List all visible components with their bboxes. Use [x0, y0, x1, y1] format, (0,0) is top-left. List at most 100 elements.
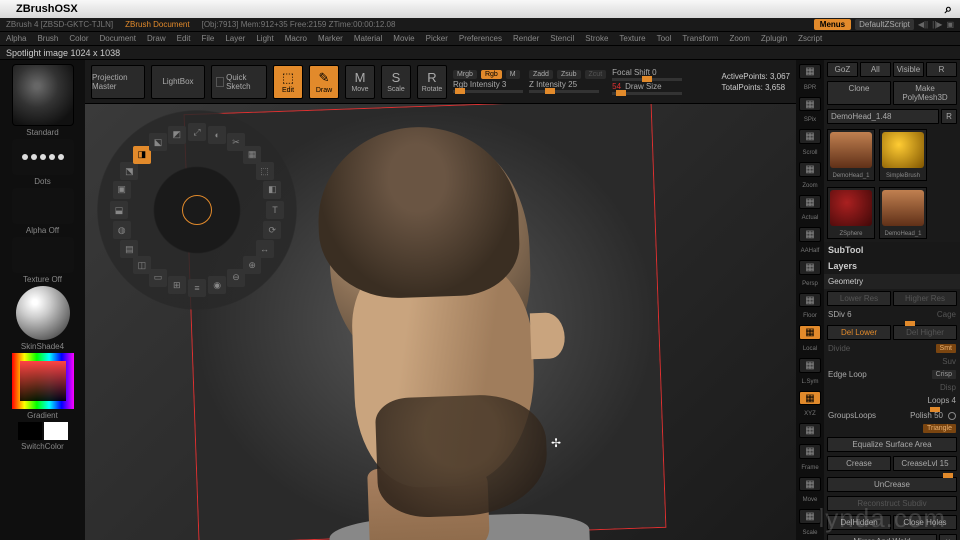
menu-color[interactable]: Color [69, 34, 88, 43]
menu-preferences[interactable]: Preferences [459, 34, 502, 43]
default-zscript-button[interactable]: DefaultZScript [855, 19, 914, 30]
menu-light[interactable]: Light [256, 34, 273, 43]
m-button[interactable]: M [506, 70, 520, 79]
polish-circle-icon[interactable] [948, 412, 956, 420]
groups-loops-button[interactable]: GroupsLoops [828, 411, 876, 420]
collapse-icon[interactable]: ▣ [946, 20, 954, 29]
floor-icon[interactable]: ▦ [799, 293, 821, 308]
menu-stencil[interactable]: Stencil [550, 34, 574, 43]
tray-right-icon[interactable]: ||▶ [932, 20, 942, 29]
dial-seg-7[interactable]: ⟳ [263, 221, 281, 239]
rotate-button[interactable]: RRotate [417, 65, 447, 99]
draw-size-slider[interactable] [612, 92, 682, 95]
divide-button[interactable]: Divide [828, 344, 850, 353]
bpr-icon[interactable]: ▦ [799, 64, 821, 79]
smt-button[interactable]: Smt [936, 344, 956, 353]
spotlight-dial[interactable]: ⤢◐✂▦⬚◧T⟳↔⊕⊖◉≡⊞▭◫▤◍⬓▣⬔◨⬕◩ [97, 110, 297, 310]
dial-seg-1[interactable]: ◐ [208, 126, 226, 144]
stroke-preview[interactable] [12, 139, 74, 175]
make-polymesh3d-button[interactable]: Make PolyMesh3D [893, 81, 957, 105]
crisp-button[interactable]: Crisp [932, 370, 956, 379]
tool-thumb-SimpleBrush[interactable]: SimpleBrush [879, 129, 927, 181]
dial-seg-23[interactable]: ◩ [168, 126, 186, 144]
subtool-header[interactable]: SubTool [824, 242, 960, 258]
menu-zplugin[interactable]: Zplugin [761, 34, 787, 43]
dial-seg-10[interactable]: ⊖ [227, 269, 245, 287]
dial-seg-6[interactable]: T [266, 201, 284, 219]
actual-icon[interactable]: ▦ [799, 195, 821, 210]
zoom-icon[interactable]: ▦ [799, 162, 821, 177]
dial-seg-9[interactable]: ⊕ [243, 256, 261, 274]
cage-button[interactable]: Cage [937, 310, 956, 319]
tool-thumb-ZSphere[interactable]: ZSphere [827, 187, 875, 239]
lsym-icon[interactable]: ▦ [799, 358, 821, 373]
visible-button[interactable]: Visible [893, 62, 924, 77]
quick-sketch-button[interactable]: Quick Sketch [211, 65, 267, 99]
dial-center[interactable] [182, 195, 212, 225]
edge-loop-button[interactable]: Edge Loop [828, 370, 867, 379]
tool-name[interactable]: DemoHead_1.48 [827, 109, 939, 124]
menu-zoom[interactable]: Zoom [729, 34, 749, 43]
suv-button[interactable]: Suv [942, 357, 956, 366]
material-preview[interactable] [16, 286, 70, 340]
app-name[interactable]: ZBrushOSX [16, 3, 78, 15]
menu-zscript[interactable]: Zscript [798, 34, 822, 43]
del-higher-button[interactable]: Del Higher [893, 325, 957, 340]
dial-seg-16[interactable]: ▤ [120, 240, 138, 258]
xyz-icon[interactable]: ▦ [799, 391, 821, 406]
zadd-button[interactable]: Zadd [529, 70, 553, 79]
canvas-viewport[interactable]: ✢ ⤢◐✂▦⬚◧T⟳↔⊕⊖◉≡⊞▭◫▤◍⬓▣⬔◨⬕◩ [85, 104, 796, 540]
menu-material[interactable]: Material [354, 34, 382, 43]
scale-button[interactable]: SScale [381, 65, 411, 99]
dial-seg-11[interactable]: ◉ [208, 276, 226, 294]
move-button[interactable]: MMove [345, 65, 375, 99]
projection-master-button[interactable]: Projection Master [91, 65, 145, 99]
spotlight-icon[interactable]: ⌕ [945, 1, 952, 17]
persp-icon[interactable]: ▦ [799, 260, 821, 275]
menu-document[interactable]: Document [100, 34, 136, 43]
menu-movie[interactable]: Movie [393, 34, 414, 43]
frame-icon[interactable]: ▦ [799, 444, 821, 459]
mrgb-button[interactable]: Mrgb [453, 70, 477, 79]
r-button[interactable]: R [926, 62, 957, 77]
menu-macro[interactable]: Macro [285, 34, 307, 43]
menu-marker[interactable]: Marker [318, 34, 343, 43]
higher-res-button[interactable]: Higher Res [893, 291, 957, 306]
tray-left-icon[interactable]: ◀|| [918, 20, 928, 29]
lower-res-button[interactable]: Lower Res [827, 291, 891, 306]
crease-level[interactable]: CreaseLvl 15 [893, 456, 957, 471]
brush-preview[interactable] [12, 64, 74, 126]
tool-thumb-DemoHead_1[interactable]: DemoHead_1 [879, 187, 927, 239]
lightbox-button[interactable]: LightBox [151, 65, 205, 99]
dial-seg-15[interactable]: ◫ [133, 256, 151, 274]
menu-stroke[interactable]: Stroke [585, 34, 608, 43]
focal-shift-slider[interactable] [612, 78, 682, 81]
mirror-axis-button[interactable]: x [939, 534, 957, 540]
crease-button[interactable]: Crease [827, 456, 891, 471]
menu-brush[interactable]: Brush [37, 34, 58, 43]
local-icon[interactable]: ▦ [799, 325, 821, 340]
menu-transform[interactable]: Transform [682, 34, 718, 43]
sdiv-label[interactable]: SDiv 6 [828, 310, 852, 319]
uncrease-button[interactable]: UnCrease [827, 477, 957, 492]
color-picker[interactable] [12, 353, 74, 409]
menu-edit[interactable]: Edit [177, 34, 191, 43]
rot-icon[interactable]: ▦ [799, 423, 821, 438]
menu-layer[interactable]: Layer [225, 34, 245, 43]
rgb-intensity-slider[interactable] [453, 90, 523, 93]
menu-file[interactable]: File [201, 34, 214, 43]
loops-label[interactable]: Loops 4 [928, 396, 956, 405]
triangle-button[interactable]: Triangle [923, 424, 956, 433]
menus-button[interactable]: Menus [814, 19, 851, 30]
dial-seg-5[interactable]: ◧ [263, 181, 281, 199]
dial-seg-4[interactable]: ⬚ [256, 162, 274, 180]
layers-header[interactable]: Layers [824, 258, 960, 274]
menu-texture[interactable]: Texture [619, 34, 645, 43]
menu-render[interactable]: Render [513, 34, 539, 43]
del-lower-button[interactable]: Del Lower [827, 325, 891, 340]
alpha-preview[interactable] [12, 188, 74, 224]
switch-color[interactable] [18, 422, 68, 440]
menu-picker[interactable]: Picker [426, 34, 448, 43]
dial-seg-18[interactable]: ⬓ [110, 201, 128, 219]
menu-draw[interactable]: Draw [147, 34, 166, 43]
